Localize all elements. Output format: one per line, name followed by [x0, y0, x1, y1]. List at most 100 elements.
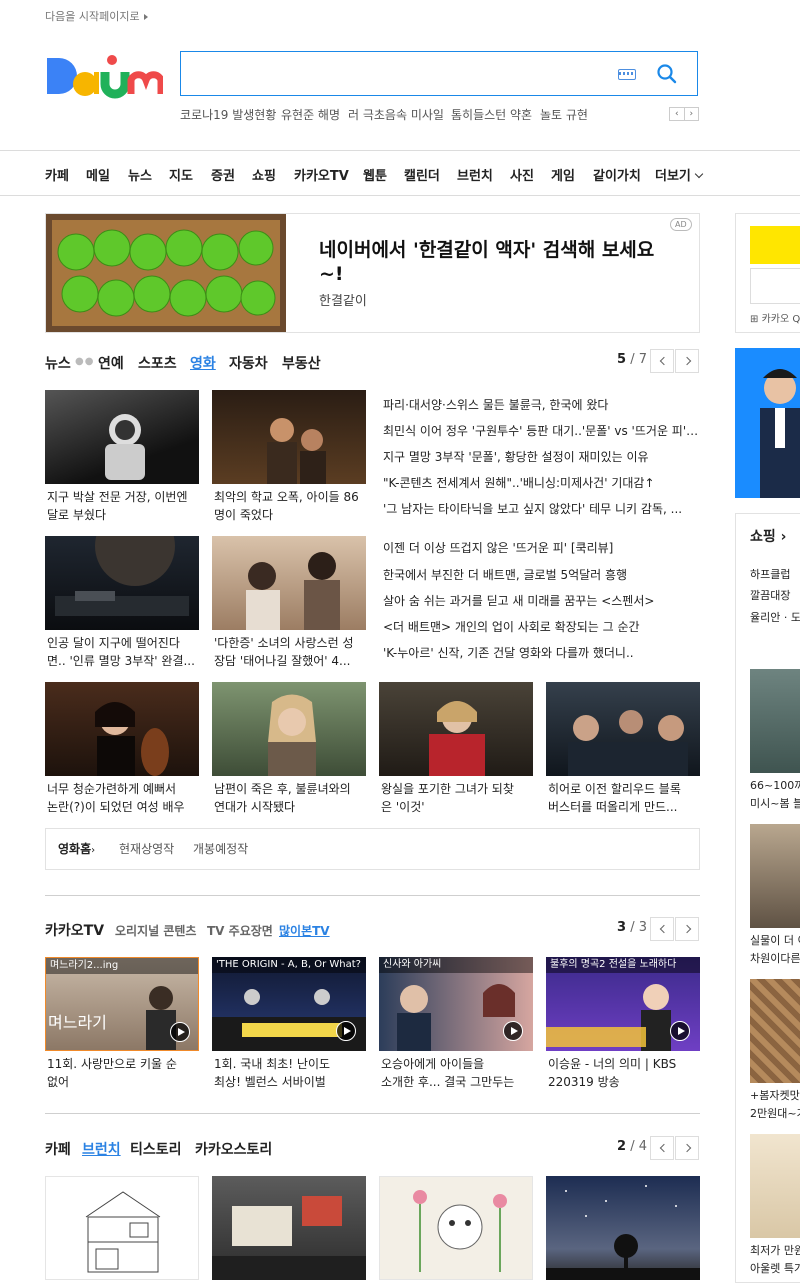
- video-caption[interactable]: 1회. 국내 최초! 난이도 최상! 벨런스 서바이벌: [214, 1055, 368, 1091]
- video-caption[interactable]: 이승윤 - 너의 의미 | KBS 220319 방송: [548, 1055, 702, 1091]
- news-thumb-image[interactable]: [546, 682, 700, 776]
- upcoming-link[interactable]: 개봉예정작: [193, 840, 248, 857]
- news-next-button[interactable]: [675, 349, 699, 373]
- brunch-thumb[interactable]: [379, 1176, 533, 1280]
- nav-item[interactable]: 지도: [169, 165, 193, 184]
- product-caption[interactable]: 최저가 만원 아울렛 특가: [750, 1242, 800, 1278]
- news-headline[interactable]: 파리·대서양·스위스 물든 불륜극, 한국에 왔다: [383, 396, 699, 413]
- trending-keyword[interactable]: 놀토 규현: [540, 106, 588, 123]
- tab-tv-highlights[interactable]: TV 주요장면: [207, 922, 273, 939]
- kakaotv-next-button[interactable]: [675, 917, 699, 941]
- tab-sports[interactable]: 스포츠: [138, 353, 177, 373]
- tab-news[interactable]: 뉴스: [45, 353, 71, 373]
- nav-item[interactable]: 뉴스: [128, 165, 152, 184]
- tab-realestate[interactable]: 부동산: [282, 353, 321, 373]
- product-caption[interactable]: 실물이 더 이차원이다른: [750, 932, 800, 968]
- video-thumb[interactable]: 불후의 명곡2 전설을 노래하다: [546, 957, 700, 1051]
- rail-ad-banner[interactable]: [735, 348, 800, 498]
- tab-cafe[interactable]: 카페: [45, 1139, 71, 1159]
- shopping-title[interactable]: 쇼핑 ›: [750, 526, 786, 546]
- nav-item[interactable]: 같이가치: [593, 165, 641, 184]
- news-thumb-caption[interactable]: 남편이 죽은 후, 불륜녀와의 연대가 시작됐다: [214, 780, 368, 816]
- tab-entertainment[interactable]: 연예: [98, 353, 124, 373]
- trending-keyword[interactable]: 코로나19 발생현황: [180, 106, 276, 123]
- news-headline[interactable]: 이젠 더 이상 뜨겁지 않은 '뜨거운 피' [쿡리뷰]: [383, 539, 699, 556]
- news-thumb-caption[interactable]: 지구 박살 전문 거장, 이번엔 달로 부쉈다: [47, 488, 201, 524]
- news-thumb-image[interactable]: [212, 390, 366, 484]
- news-headline[interactable]: 'K-누아르' 신작, 기존 건달 영화와 다를까 했더니..: [383, 644, 699, 661]
- news-headline[interactable]: "K-콘텐츠 전세계서 원해"..'배니싱:미제사건' 기대감↑: [383, 474, 699, 491]
- nav-item[interactable]: 증권: [211, 165, 235, 184]
- kakao-login-button[interactable]: [750, 226, 800, 264]
- tab-tistory[interactable]: 티스토리: [130, 1139, 182, 1159]
- nav-item[interactable]: 카페: [45, 165, 69, 184]
- next-arrow-icon[interactable]: ›: [683, 108, 699, 120]
- news-headline[interactable]: 한국에서 부진한 더 배트맨, 글로벌 5억달러 흥행: [383, 566, 699, 583]
- news-thumb-caption[interactable]: 너무 청순가련하게 예뻐서 논란(?)이 되었던 여성 배우: [47, 780, 201, 816]
- news-thumb-caption[interactable]: '다한증' 소녀의 사랑스런 성 장담 '태어나길 잘했어' 4...: [214, 634, 368, 670]
- tab-original-content[interactable]: 오리지널 콘텐츠: [115, 922, 196, 939]
- cafe-next-button[interactable]: [675, 1136, 699, 1160]
- brunch-thumb[interactable]: [546, 1176, 700, 1280]
- video-thumb[interactable]: 신사와 아가씨: [379, 957, 533, 1051]
- tab-car[interactable]: 자동차: [229, 353, 268, 373]
- tab-most-viewed-tv[interactable]: 많이본TV: [279, 922, 330, 939]
- product-image[interactable]: [750, 1134, 800, 1238]
- news-headline[interactable]: 살아 숨 쉬는 과거를 딛고 새 미래를 꿈꾸는 <스펜서>: [383, 592, 699, 609]
- news-prev-button[interactable]: [650, 349, 674, 373]
- set-start-page-link[interactable]: 다음을 시작페이지로: [45, 8, 148, 24]
- shop-line[interactable]: 율리안 · 도: [750, 609, 800, 627]
- news-thumb-caption[interactable]: 최악의 학교 오폭, 아이들 86 명이 죽었다: [214, 488, 368, 524]
- video-caption[interactable]: 11회. 사랑만으로 키울 순 없어: [47, 1055, 201, 1091]
- news-thumb-caption[interactable]: 히어로 이전 할리우드 블록 버스터를 떠올리게 만드...: [548, 780, 702, 816]
- news-thumb-image[interactable]: [212, 682, 366, 776]
- now-playing-link[interactable]: 현재상영작: [119, 840, 174, 857]
- nav-item[interactable]: 게임: [551, 165, 575, 184]
- news-headline[interactable]: 최민식 이어 정우 '구원투수' 등판 대기..'문폴' vs '뜨거운 피' …: [383, 422, 699, 439]
- kakao-qr-link[interactable]: ⊞ 카카오 QR: [750, 310, 800, 325]
- news-headline[interactable]: <더 배트맨> 개인의 업이 사회로 확장되는 그 순간: [383, 618, 699, 635]
- news-thumb-caption[interactable]: 인공 달이 지구에 떨어진다 면.. '인류 멸망 3부작' 완결...: [47, 634, 201, 670]
- prev-arrow-icon[interactable]: ‹: [670, 108, 684, 120]
- search-button[interactable]: [653, 60, 681, 88]
- shop-line[interactable]: 하프클럽: [750, 566, 790, 584]
- trending-keyword[interactable]: 유현준 해명: [281, 106, 340, 123]
- nav-item[interactable]: 카카오TV: [294, 165, 349, 184]
- cafe-prev-button[interactable]: [650, 1136, 674, 1160]
- login-field[interactable]: [750, 268, 800, 304]
- product-image[interactable]: [750, 669, 800, 773]
- video-thumb[interactable]: 며느라기 며느라기2...ing: [45, 957, 199, 1051]
- nav-item[interactable]: 사진: [510, 165, 534, 184]
- shop-line[interactable]: 깔끔대장: [750, 587, 790, 605]
- news-headline[interactable]: 지구 멸망 3부작 '문폴', 황당한 설정이 재미있는 이유: [383, 448, 699, 465]
- daum-logo[interactable]: [45, 50, 165, 100]
- video-thumb[interactable]: 'THE ORIGIN - A, B, Or What?: [212, 957, 366, 1051]
- nav-item[interactable]: 브런치: [457, 165, 493, 184]
- nav-item[interactable]: 웹툰: [363, 165, 387, 184]
- product-caption[interactable]: +봄자켓맛2만원대~가: [750, 1087, 800, 1123]
- nav-item[interactable]: 캘린더: [404, 165, 440, 184]
- brunch-thumb[interactable]: [45, 1176, 199, 1280]
- news-thumb-caption[interactable]: 왕실을 포기한 그녀가 되찾 은 '이것': [381, 780, 535, 816]
- product-image[interactable]: [750, 979, 800, 1083]
- tab-kakaotv[interactable]: 카카오TV: [45, 920, 104, 940]
- brunch-thumb[interactable]: [212, 1176, 366, 1280]
- news-headline[interactable]: '그 남자는 타이타닉을 보고 싶지 않았다' 테무 니키 감독, ...: [383, 500, 699, 517]
- ad-banner[interactable]: 네이버에서 '한결같이 액자' 검색해 보세요~! 한결같이 AD: [45, 213, 700, 333]
- tab-brunch[interactable]: 브런치: [82, 1139, 121, 1159]
- video-caption[interactable]: 오승아에게 아이들을 소개한 후... 결국 그만두는: [381, 1055, 535, 1091]
- nav-item[interactable]: 메일: [86, 165, 110, 184]
- news-thumb-image[interactable]: [45, 390, 199, 484]
- news-thumb-image[interactable]: [212, 536, 366, 630]
- nav-item[interactable]: 쇼핑: [252, 165, 276, 184]
- movie-home-link[interactable]: 영화홈›: [58, 840, 95, 857]
- trending-keyword[interactable]: 러 극초음속 미사일: [348, 106, 444, 123]
- trending-keyword[interactable]: 톰히들스턴 약혼: [451, 106, 532, 123]
- product-caption[interactable]: 66~100까지미시~봄 블: [750, 777, 800, 813]
- tab-kakaostory[interactable]: 카카오스토리: [195, 1139, 272, 1159]
- tab-movie[interactable]: 영화: [190, 353, 216, 373]
- nav-more[interactable]: 더보기: [655, 165, 704, 184]
- product-image[interactable]: [750, 824, 800, 928]
- news-thumb-image[interactable]: [45, 682, 199, 776]
- kakaotv-prev-button[interactable]: [650, 917, 674, 941]
